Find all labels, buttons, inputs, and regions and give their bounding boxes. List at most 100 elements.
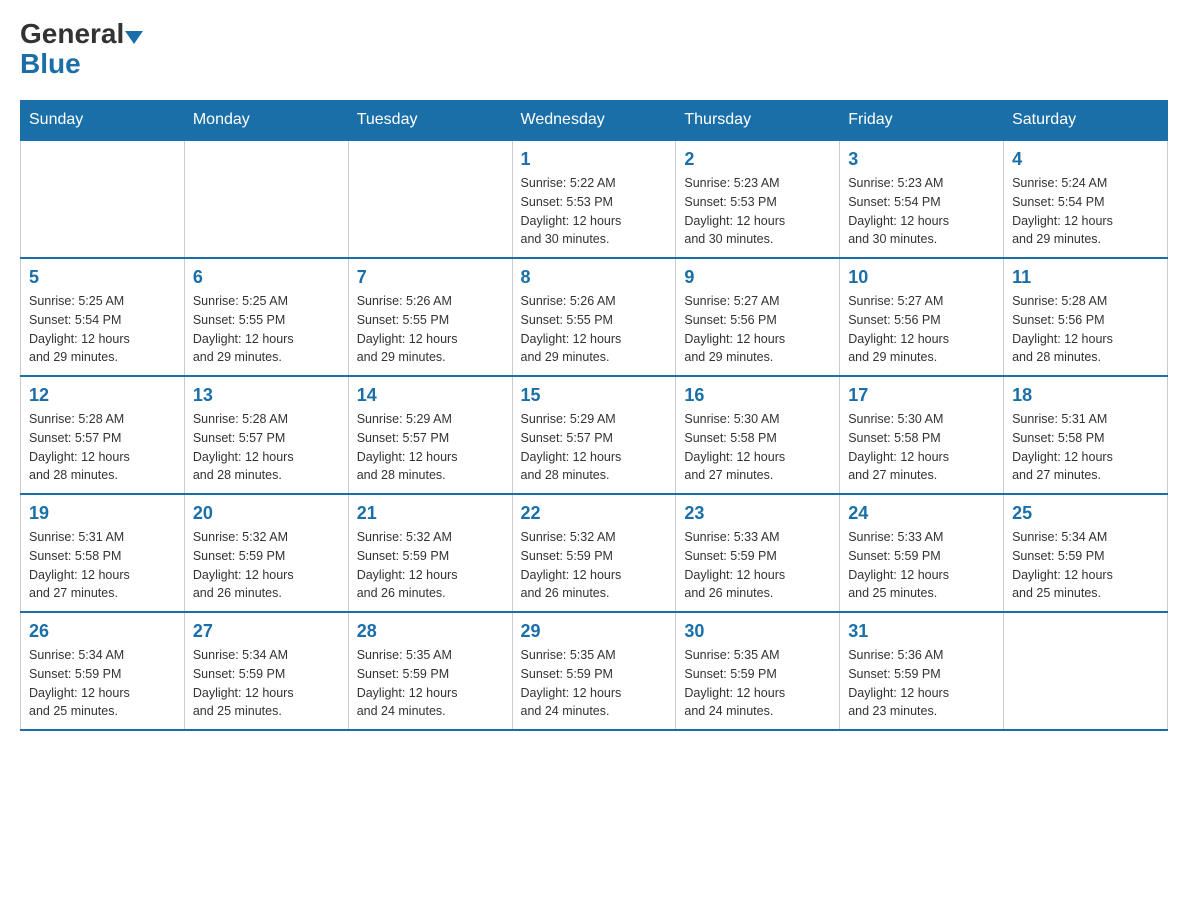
weekday-header-saturday: Saturday <box>1004 101 1168 141</box>
day-info: Sunrise: 5:31 AMSunset: 5:58 PMDaylight:… <box>1012 410 1159 485</box>
day-cell: 15 Sunrise: 5:29 AMSunset: 5:57 PMDayligh… <box>512 376 676 494</box>
day-info: Sunrise: 5:33 AMSunset: 5:59 PMDaylight:… <box>848 528 995 603</box>
day-cell: 30 Sunrise: 5:35 AMSunset: 5:59 PMDayligh… <box>676 612 840 730</box>
day-info: Sunrise: 5:28 AMSunset: 5:57 PMDaylight:… <box>29 410 176 485</box>
day-cell: 23 Sunrise: 5:33 AMSunset: 5:59 PMDayligh… <box>676 494 840 612</box>
day-info: Sunrise: 5:23 AMSunset: 5:53 PMDaylight:… <box>684 174 831 249</box>
day-cell: 24 Sunrise: 5:33 AMSunset: 5:59 PMDayligh… <box>840 494 1004 612</box>
day-cell: 22 Sunrise: 5:32 AMSunset: 5:59 PMDayligh… <box>512 494 676 612</box>
day-number: 25 <box>1012 503 1159 524</box>
day-number: 23 <box>684 503 831 524</box>
weekday-header-sunday: Sunday <box>21 101 185 141</box>
day-info: Sunrise: 5:34 AMSunset: 5:59 PMDaylight:… <box>1012 528 1159 603</box>
day-info: Sunrise: 5:30 AMSunset: 5:58 PMDaylight:… <box>684 410 831 485</box>
week-row-1: 1 Sunrise: 5:22 AMSunset: 5:53 PMDaylight… <box>21 140 1168 258</box>
day-number: 30 <box>684 621 831 642</box>
day-number: 31 <box>848 621 995 642</box>
day-number: 13 <box>193 385 340 406</box>
day-cell: 26 Sunrise: 5:34 AMSunset: 5:59 PMDayligh… <box>21 612 185 730</box>
day-cell: 28 Sunrise: 5:35 AMSunset: 5:59 PMDayligh… <box>348 612 512 730</box>
day-info: Sunrise: 5:35 AMSunset: 5:59 PMDaylight:… <box>357 646 504 721</box>
day-number: 24 <box>848 503 995 524</box>
day-info: Sunrise: 5:32 AMSunset: 5:59 PMDaylight:… <box>521 528 668 603</box>
day-number: 1 <box>521 149 668 170</box>
day-info: Sunrise: 5:25 AMSunset: 5:55 PMDaylight:… <box>193 292 340 367</box>
day-info: Sunrise: 5:34 AMSunset: 5:59 PMDaylight:… <box>193 646 340 721</box>
day-cell: 3 Sunrise: 5:23 AMSunset: 5:54 PMDaylight… <box>840 140 1004 258</box>
day-cell: 17 Sunrise: 5:30 AMSunset: 5:58 PMDayligh… <box>840 376 1004 494</box>
day-cell <box>21 140 185 258</box>
day-cell: 1 Sunrise: 5:22 AMSunset: 5:53 PMDaylight… <box>512 140 676 258</box>
calendar-table: SundayMondayTuesdayWednesdayThursdayFrid… <box>20 100 1168 731</box>
day-cell: 19 Sunrise: 5:31 AMSunset: 5:58 PMDayligh… <box>21 494 185 612</box>
day-cell: 2Sunrise: 5:23 AMSunset: 5:53 PMDaylight… <box>676 140 840 258</box>
day-cell: 10 Sunrise: 5:27 AMSunset: 5:56 PMDayligh… <box>840 258 1004 376</box>
day-info: Sunrise: 5:27 AMSunset: 5:56 PMDaylight:… <box>848 292 995 367</box>
logo: General Blue <box>20 20 143 80</box>
day-cell: 25 Sunrise: 5:34 AMSunset: 5:59 PMDayligh… <box>1004 494 1168 612</box>
day-number: 26 <box>29 621 176 642</box>
day-cell: 4 Sunrise: 5:24 AMSunset: 5:54 PMDaylight… <box>1004 140 1168 258</box>
day-cell: 13 Sunrise: 5:28 AMSunset: 5:57 PMDayligh… <box>184 376 348 494</box>
weekday-header-row: SundayMondayTuesdayWednesdayThursdayFrid… <box>21 101 1168 141</box>
weekday-header-friday: Friday <box>840 101 1004 141</box>
logo-general: General <box>20 20 124 48</box>
day-cell: 29 Sunrise: 5:35 AMSunset: 5:59 PMDayligh… <box>512 612 676 730</box>
page-header: General Blue <box>20 20 1168 80</box>
day-number: 14 <box>357 385 504 406</box>
day-info: Sunrise: 5:24 AMSunset: 5:54 PMDaylight:… <box>1012 174 1159 249</box>
day-info: Sunrise: 5:32 AMSunset: 5:59 PMDaylight:… <box>357 528 504 603</box>
day-info: Sunrise: 5:35 AMSunset: 5:59 PMDaylight:… <box>684 646 831 721</box>
day-number: 5 <box>29 267 176 288</box>
day-cell: 9Sunrise: 5:27 AMSunset: 5:56 PMDaylight… <box>676 258 840 376</box>
day-cell: 18 Sunrise: 5:31 AMSunset: 5:58 PMDayligh… <box>1004 376 1168 494</box>
weekday-header-tuesday: Tuesday <box>348 101 512 141</box>
day-info: Sunrise: 5:34 AMSunset: 5:59 PMDaylight:… <box>29 646 176 721</box>
day-number: 19 <box>29 503 176 524</box>
day-number: 11 <box>1012 267 1159 288</box>
day-cell <box>348 140 512 258</box>
day-info: Sunrise: 5:25 AMSunset: 5:54 PMDaylight:… <box>29 292 176 367</box>
week-row-2: 5 Sunrise: 5:25 AMSunset: 5:54 PMDaylight… <box>21 258 1168 376</box>
day-number: 4 <box>1012 149 1159 170</box>
day-info: Sunrise: 5:29 AMSunset: 5:57 PMDaylight:… <box>357 410 504 485</box>
day-number: 27 <box>193 621 340 642</box>
day-cell: 16Sunrise: 5:30 AMSunset: 5:58 PMDayligh… <box>676 376 840 494</box>
day-number: 17 <box>848 385 995 406</box>
day-info: Sunrise: 5:35 AMSunset: 5:59 PMDaylight:… <box>521 646 668 721</box>
day-cell: 31Sunrise: 5:36 AMSunset: 5:59 PMDayligh… <box>840 612 1004 730</box>
day-info: Sunrise: 5:30 AMSunset: 5:58 PMDaylight:… <box>848 410 995 485</box>
day-number: 28 <box>357 621 504 642</box>
day-number: 10 <box>848 267 995 288</box>
day-cell: 12 Sunrise: 5:28 AMSunset: 5:57 PMDayligh… <box>21 376 185 494</box>
day-info: Sunrise: 5:28 AMSunset: 5:57 PMDaylight:… <box>193 410 340 485</box>
day-info: Sunrise: 5:29 AMSunset: 5:57 PMDaylight:… <box>521 410 668 485</box>
day-info: Sunrise: 5:31 AMSunset: 5:58 PMDaylight:… <box>29 528 176 603</box>
day-number: 12 <box>29 385 176 406</box>
day-number: 7 <box>357 267 504 288</box>
week-row-5: 26 Sunrise: 5:34 AMSunset: 5:59 PMDayligh… <box>21 612 1168 730</box>
day-number: 21 <box>357 503 504 524</box>
day-number: 20 <box>193 503 340 524</box>
day-info: Sunrise: 5:33 AMSunset: 5:59 PMDaylight:… <box>684 528 831 603</box>
day-info: Sunrise: 5:22 AMSunset: 5:53 PMDaylight:… <box>521 174 668 249</box>
day-cell: 27 Sunrise: 5:34 AMSunset: 5:59 PMDayligh… <box>184 612 348 730</box>
day-info: Sunrise: 5:23 AMSunset: 5:54 PMDaylight:… <box>848 174 995 249</box>
week-row-3: 12 Sunrise: 5:28 AMSunset: 5:57 PMDayligh… <box>21 376 1168 494</box>
day-info: Sunrise: 5:28 AMSunset: 5:56 PMDaylight:… <box>1012 292 1159 367</box>
day-number: 29 <box>521 621 668 642</box>
day-number: 6 <box>193 267 340 288</box>
day-number: 15 <box>521 385 668 406</box>
day-number: 3 <box>848 149 995 170</box>
day-number: 18 <box>1012 385 1159 406</box>
weekday-header-thursday: Thursday <box>676 101 840 141</box>
day-number: 8 <box>521 267 668 288</box>
day-cell: 8Sunrise: 5:26 AMSunset: 5:55 PMDaylight… <box>512 258 676 376</box>
day-cell: 14 Sunrise: 5:29 AMSunset: 5:57 PMDayligh… <box>348 376 512 494</box>
day-cell: 7Sunrise: 5:26 AMSunset: 5:55 PMDaylight… <box>348 258 512 376</box>
day-cell: 20Sunrise: 5:32 AMSunset: 5:59 PMDayligh… <box>184 494 348 612</box>
logo-blue: Blue <box>20 48 81 79</box>
day-cell: 6 Sunrise: 5:25 AMSunset: 5:55 PMDaylight… <box>184 258 348 376</box>
weekday-header-wednesday: Wednesday <box>512 101 676 141</box>
day-number: 22 <box>521 503 668 524</box>
